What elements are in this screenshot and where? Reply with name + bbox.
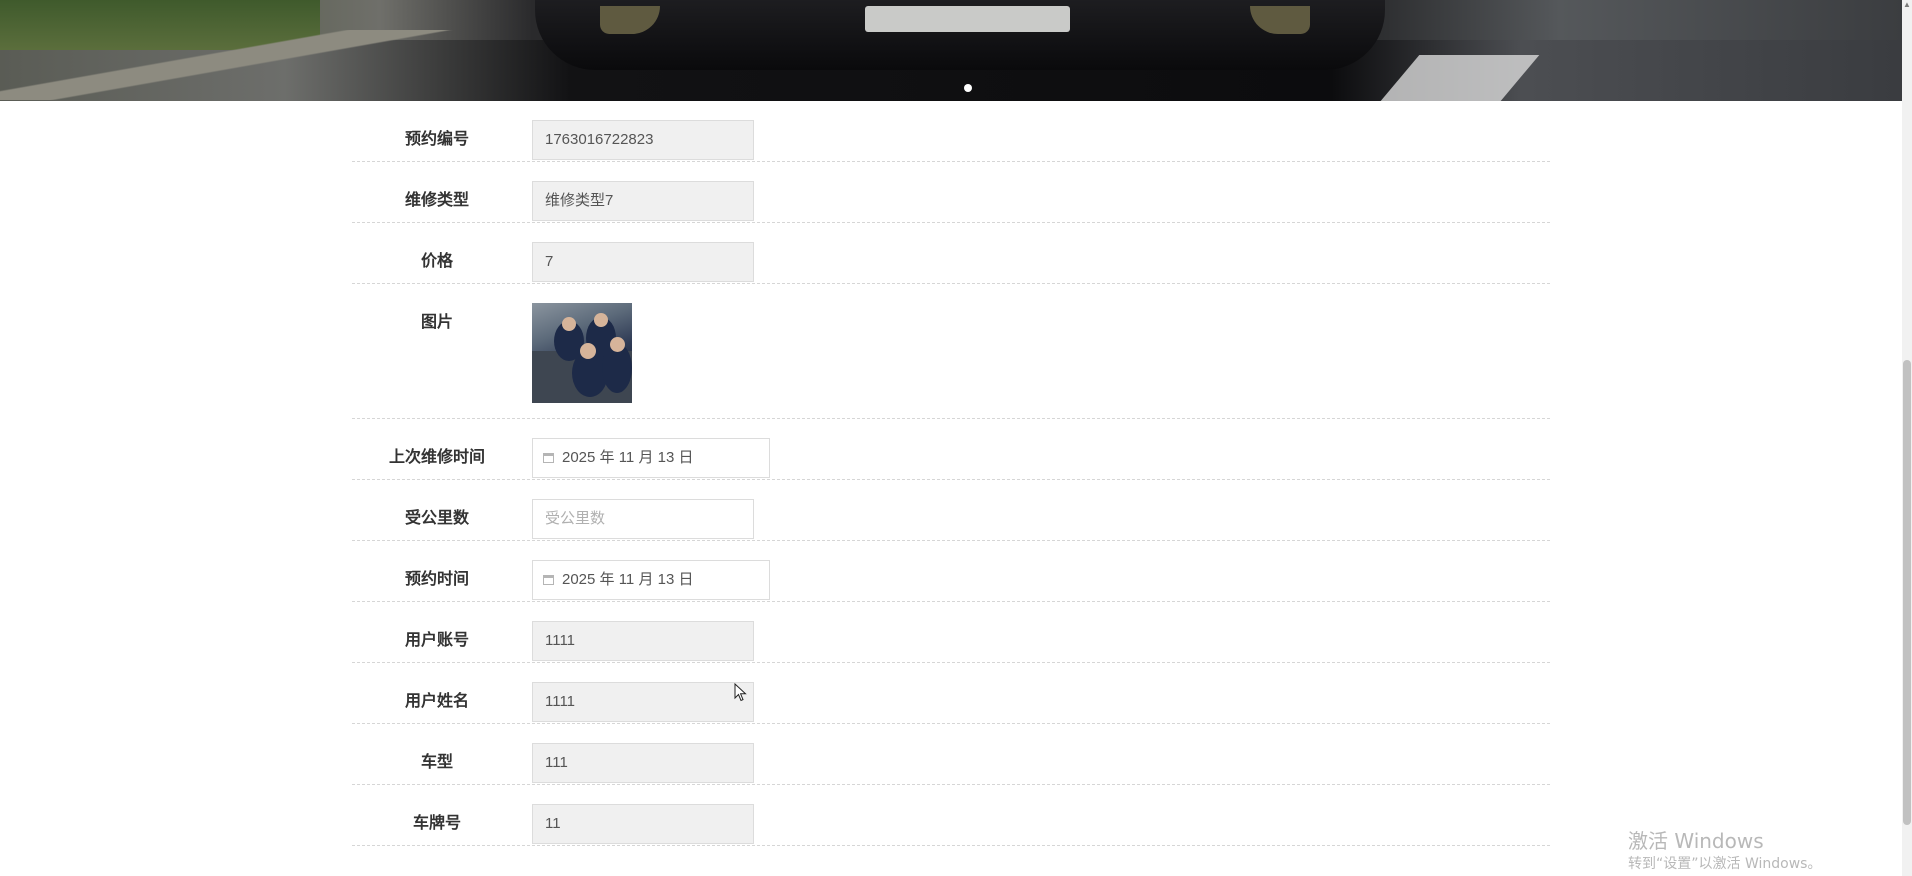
form-row-repair-type: 维修类型 维修类型7 [352,162,1550,223]
watermark-title: 激活 Windows [1628,829,1764,853]
last-repair-date-value: 2025 年 11 月 13 日 [562,449,694,466]
price-field[interactable]: 7 [532,242,754,282]
last-repair-date-label: 上次维修时间 [388,449,485,466]
photo-face-1 [562,317,576,331]
form-row-price: 价格 7 [352,223,1550,284]
mileage-input[interactable]: 受公里数 [532,499,754,539]
form-row-user-name: 用户姓名 1111 [352,663,1550,724]
repair-photo-thumbnail[interactable] [532,303,632,403]
vertical-scrollbar[interactable]: ▲ [1902,0,1912,876]
windows-activation-watermark: 激活 Windows 转到“设置”以激活 Windows。 [1628,828,1821,874]
watermark-subtitle: 转到“设置”以激活 Windows。 [1628,856,1822,872]
user-name-field[interactable]: 1111 [532,682,754,722]
calendar-icon [543,453,554,463]
mouse-cursor-icon [734,683,747,702]
order-number-label: 预约编号 [404,131,469,148]
plate-number-field[interactable]: 11 [532,804,754,844]
banner-car-plate [865,6,1070,32]
repair-type-label: 维修类型 [404,192,469,209]
appointment-date-label: 预约时间 [404,571,469,588]
form-row-plate-number: 车牌号 11 [352,785,1550,846]
detail-form: 预约编号 1763016722823 维修类型 维修类型7 价格 7 图片 上次… [352,101,1550,846]
order-number-field[interactable]: 1763016722823 [532,120,754,160]
mileage-label: 受公里数 [404,510,469,527]
photo-face-3 [580,343,596,359]
form-row-mileage: 受公里数 受公里数 [352,480,1550,541]
form-row-image: 图片 [352,284,1550,419]
photo-face-2 [594,313,608,327]
car-model-label: 车型 [420,754,453,771]
banner-curb [0,30,460,100]
calendar-icon [543,575,554,585]
page: 预约编号 1763016722823 维修类型 维修类型7 价格 7 图片 上次… [0,0,1912,876]
appointment-date-picker[interactable]: 2025 年 11 月 13 日 [532,560,770,600]
plate-number-label: 车牌号 [412,815,461,832]
user-name-label: 用户姓名 [404,693,469,710]
appointment-date-value: 2025 年 11 月 13 日 [562,571,694,588]
image-label: 图片 [420,314,453,331]
car-model-field[interactable]: 111 [532,743,754,783]
last-repair-date-picker[interactable]: 2025 年 11 月 13 日 [532,438,770,478]
banner-carousel[interactable] [0,0,1902,101]
carousel-dot[interactable] [964,84,972,92]
form-row-car-model: 车型 111 [352,724,1550,785]
photo-face-4 [610,337,625,352]
form-row-user-account: 用户账号 1111 [352,602,1550,663]
user-account-label: 用户账号 [404,632,469,649]
user-account-field[interactable]: 1111 [532,621,754,661]
form-row-appointment-date: 预约时间 2025 年 11 月 13 日 [352,541,1550,602]
scroll-up-icon[interactable]: ▲ [1903,0,1911,10]
form-row-last-repair-date: 上次维修时间 2025 年 11 月 13 日 [352,419,1550,480]
repair-type-field[interactable]: 维修类型7 [532,181,754,221]
price-label: 价格 [420,253,453,270]
scrollbar-thumb[interactable] [1903,360,1911,825]
form-row-order-number: 预约编号 1763016722823 [352,101,1550,162]
